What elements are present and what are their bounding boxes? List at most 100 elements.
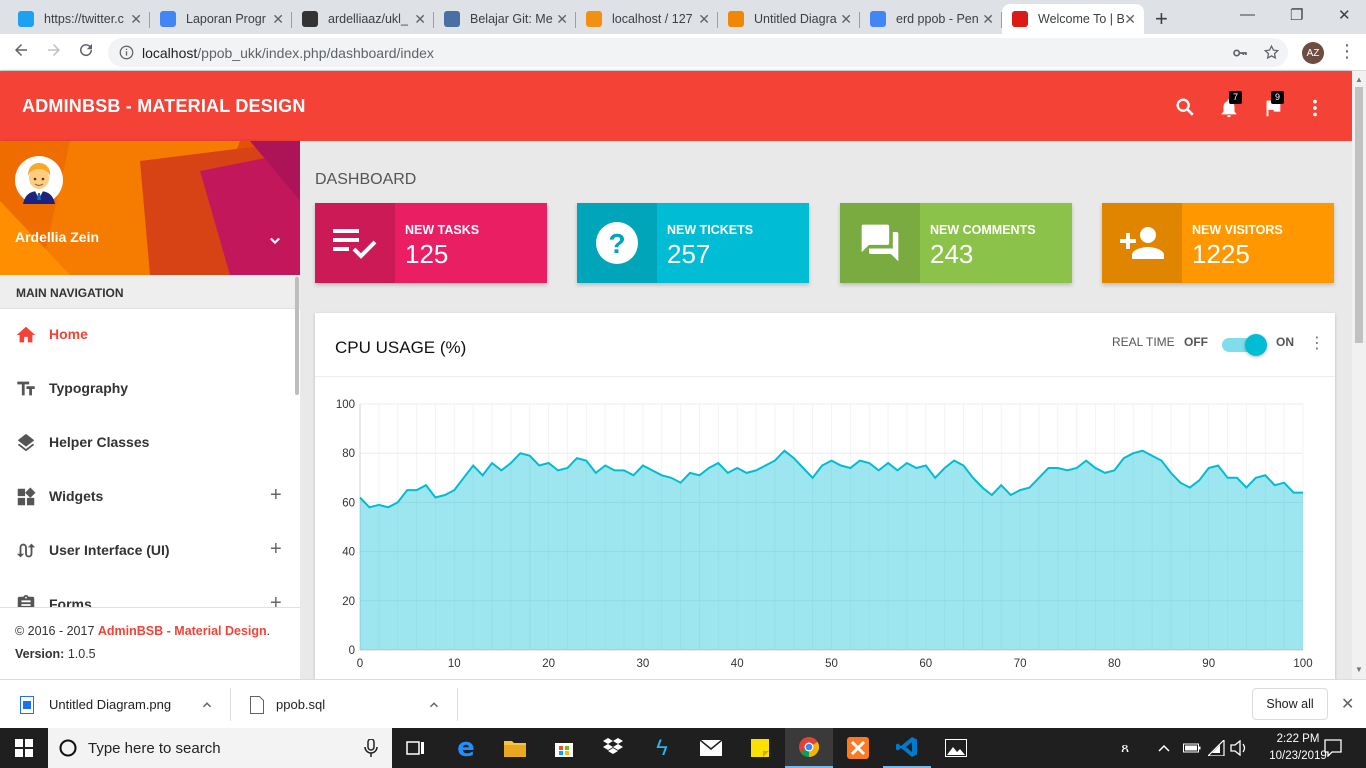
taskbar-store[interactable] — [540, 728, 588, 768]
page-scrollbar[interactable]: ▲ ▼ — [1352, 71, 1366, 679]
browser-tab[interactable]: localhost / 127 ✕ — [576, 4, 718, 34]
taskbar-mail[interactable] — [687, 728, 735, 768]
info-box-label: NEW TICKETS — [667, 223, 754, 237]
close-tab-icon[interactable]: ✕ — [1124, 11, 1136, 28]
star-icon[interactable] — [1263, 44, 1280, 61]
sidebar-scrollbar[interactable] — [295, 277, 299, 395]
taskbar-edge[interactable]: e — [442, 728, 490, 768]
taskbar-clock[interactable]: 2:22 PM 10/23/2019 — [1268, 731, 1328, 765]
browser-tab[interactable]: Untitled Diagra ✕ — [718, 4, 860, 34]
people-icon[interactable]: ጸ — [1121, 739, 1129, 756]
show-all-button[interactable]: Show all — [1252, 688, 1328, 720]
browser-tab[interactable]: Belajar Git: Me ✕ — [434, 4, 576, 34]
close-download-bar-icon[interactable]: ✕ — [1341, 694, 1354, 714]
close-tab-icon[interactable]: ✕ — [698, 11, 710, 28]
volume-icon[interactable] — [1230, 740, 1248, 756]
taskbar-chrome[interactable] — [785, 728, 833, 768]
sidebar-item-label: User Interface (UI) — [49, 542, 170, 558]
close-tab-icon[interactable]: ✕ — [130, 11, 142, 28]
sidebar-item-widgets[interactable]: Widgets + — [0, 470, 296, 524]
sidebar-item-label: Helper Classes — [49, 434, 150, 450]
card-menu-icon[interactable]: ⋮ — [1309, 333, 1325, 353]
realtime-toggle-knob[interactable] — [1245, 334, 1267, 356]
close-tab-icon[interactable]: ✕ — [272, 11, 284, 28]
info-box-new-tasks[interactable]: NEW TASKS 125 — [315, 203, 547, 283]
taskbar-vscode[interactable] — [883, 728, 931, 768]
download-item[interactable]: Untitled Diagram.png — [20, 680, 230, 729]
maximize-button[interactable]: ❐ — [1290, 6, 1303, 24]
close-tab-icon[interactable]: ✕ — [840, 11, 852, 28]
expand-plus-icon[interactable]: + — [270, 484, 282, 507]
divider — [457, 688, 458, 721]
store-icon — [555, 743, 573, 757]
info-box-new-visitors[interactable]: NEW VISITORS 1225 — [1102, 203, 1334, 283]
info-box-new-comments[interactable]: NEW COMMENTS 243 — [840, 203, 1072, 283]
copyright-brand-link[interactable]: AdminBSB - Material Design — [98, 624, 267, 638]
start-button[interactable] — [0, 728, 48, 768]
microphone-icon[interactable] — [364, 739, 378, 757]
sidebar-item-label: Typography — [49, 380, 129, 396]
search-icon[interactable] — [1174, 96, 1196, 118]
browser-tab[interactable]: ardelliaaz/ukl_ ✕ — [292, 4, 434, 34]
close-tab-icon[interactable]: ✕ — [556, 11, 568, 28]
sidebar-item-helper-classes[interactable]: Helper Classes — [0, 416, 296, 470]
arrow-left-icon — [15, 44, 27, 56]
taskbar-xampp[interactable] — [834, 728, 882, 768]
sidebar-item-home[interactable]: Home — [0, 308, 296, 362]
scroll-up-arrow[interactable]: ▲ — [1355, 75, 1363, 84]
chevron-up-icon[interactable] — [427, 698, 441, 712]
key-icon[interactable] — [1232, 45, 1248, 61]
browser-tab-title: erd ppob - Pen — [896, 12, 979, 26]
info-box-new-tickets[interactable]: ? NEW TICKETS 257 — [577, 203, 809, 283]
profile-avatar[interactable]: AZ — [1302, 42, 1324, 64]
url-input[interactable]: localhost/ppob_ukk/index.php/dashboard/i… — [108, 38, 1288, 67]
chart-y-tick-label: 0 — [349, 645, 355, 657]
more-vert-icon[interactable] — [1304, 97, 1326, 119]
realtime-off-label: OFF — [1184, 335, 1208, 349]
battery-icon[interactable] — [1183, 742, 1201, 754]
widgets-icon — [17, 487, 36, 506]
page-title: DASHBOARD — [315, 171, 417, 188]
photos-icon — [945, 739, 967, 757]
forward-button[interactable] — [45, 41, 63, 64]
download-item[interactable]: ppob.sql — [250, 680, 457, 729]
new-tab-button[interactable]: + — [1155, 6, 1168, 32]
chart-x-tick-label: 90 — [1202, 658, 1215, 670]
taskbar-sticky-notes[interactable] — [736, 728, 784, 768]
brand-title[interactable]: ADMINBSB - MATERIAL DESIGN — [22, 96, 306, 117]
user-name[interactable]: Ardellia Zein — [15, 229, 99, 245]
chart-y-tick-label: 80 — [342, 448, 355, 460]
sidebar-item-user-interface[interactable]: User Interface (UI) + — [0, 524, 296, 578]
back-button[interactable] — [12, 41, 30, 64]
close-window-button[interactable]: ✕ — [1338, 6, 1351, 24]
taskbar-dropbox[interactable] — [589, 728, 637, 768]
taskbar-photos[interactable] — [932, 728, 980, 768]
minimize-button[interactable]: — — [1240, 6, 1255, 23]
browser-tab[interactable]: https://twitter.c ✕ — [8, 4, 150, 34]
browser-tab[interactable]: Laporan Progr ✕ — [150, 4, 292, 34]
task-view-button[interactable] — [392, 728, 440, 768]
download-name: ppob.sql — [276, 697, 326, 712]
close-tab-icon[interactable]: ✕ — [982, 11, 994, 28]
browser-tab[interactable]: erd ppob - Pen ✕ — [860, 4, 1002, 34]
sidebar-item-typography[interactable]: Typography — [0, 362, 296, 416]
page-scrollbar-thumb[interactable] — [1355, 87, 1363, 343]
chevron-down-icon[interactable] — [265, 231, 285, 251]
user-avatar[interactable] — [15, 156, 63, 204]
taskbar-search-input[interactable]: Type here to search — [48, 728, 392, 768]
notification-center-icon[interactable] — [1324, 739, 1342, 757]
tray-chevron-up-icon[interactable] — [1158, 743, 1170, 753]
download-bar: Untitled Diagram.png ppob.sql Show all ✕ — [0, 679, 1366, 728]
close-tab-icon[interactable]: ✕ — [414, 11, 426, 28]
scroll-down-arrow[interactable]: ▼ — [1355, 665, 1363, 674]
taskbar-file-explorer[interactable] — [491, 728, 539, 768]
wifi-icon[interactable] — [1208, 740, 1226, 756]
browser-tab[interactable]: Welcome To | B ✕ — [1002, 4, 1144, 34]
realtime-label: REAL TIME — [1112, 335, 1175, 349]
chevron-up-icon[interactable] — [200, 698, 214, 712]
taskbar-app-bolt[interactable]: ϟ — [638, 728, 686, 768]
search-circle-icon — [59, 739, 77, 757]
expand-plus-icon[interactable]: + — [270, 538, 282, 561]
reload-button[interactable] — [77, 41, 95, 64]
browser-menu-icon[interactable]: ⋮ — [1338, 42, 1356, 60]
